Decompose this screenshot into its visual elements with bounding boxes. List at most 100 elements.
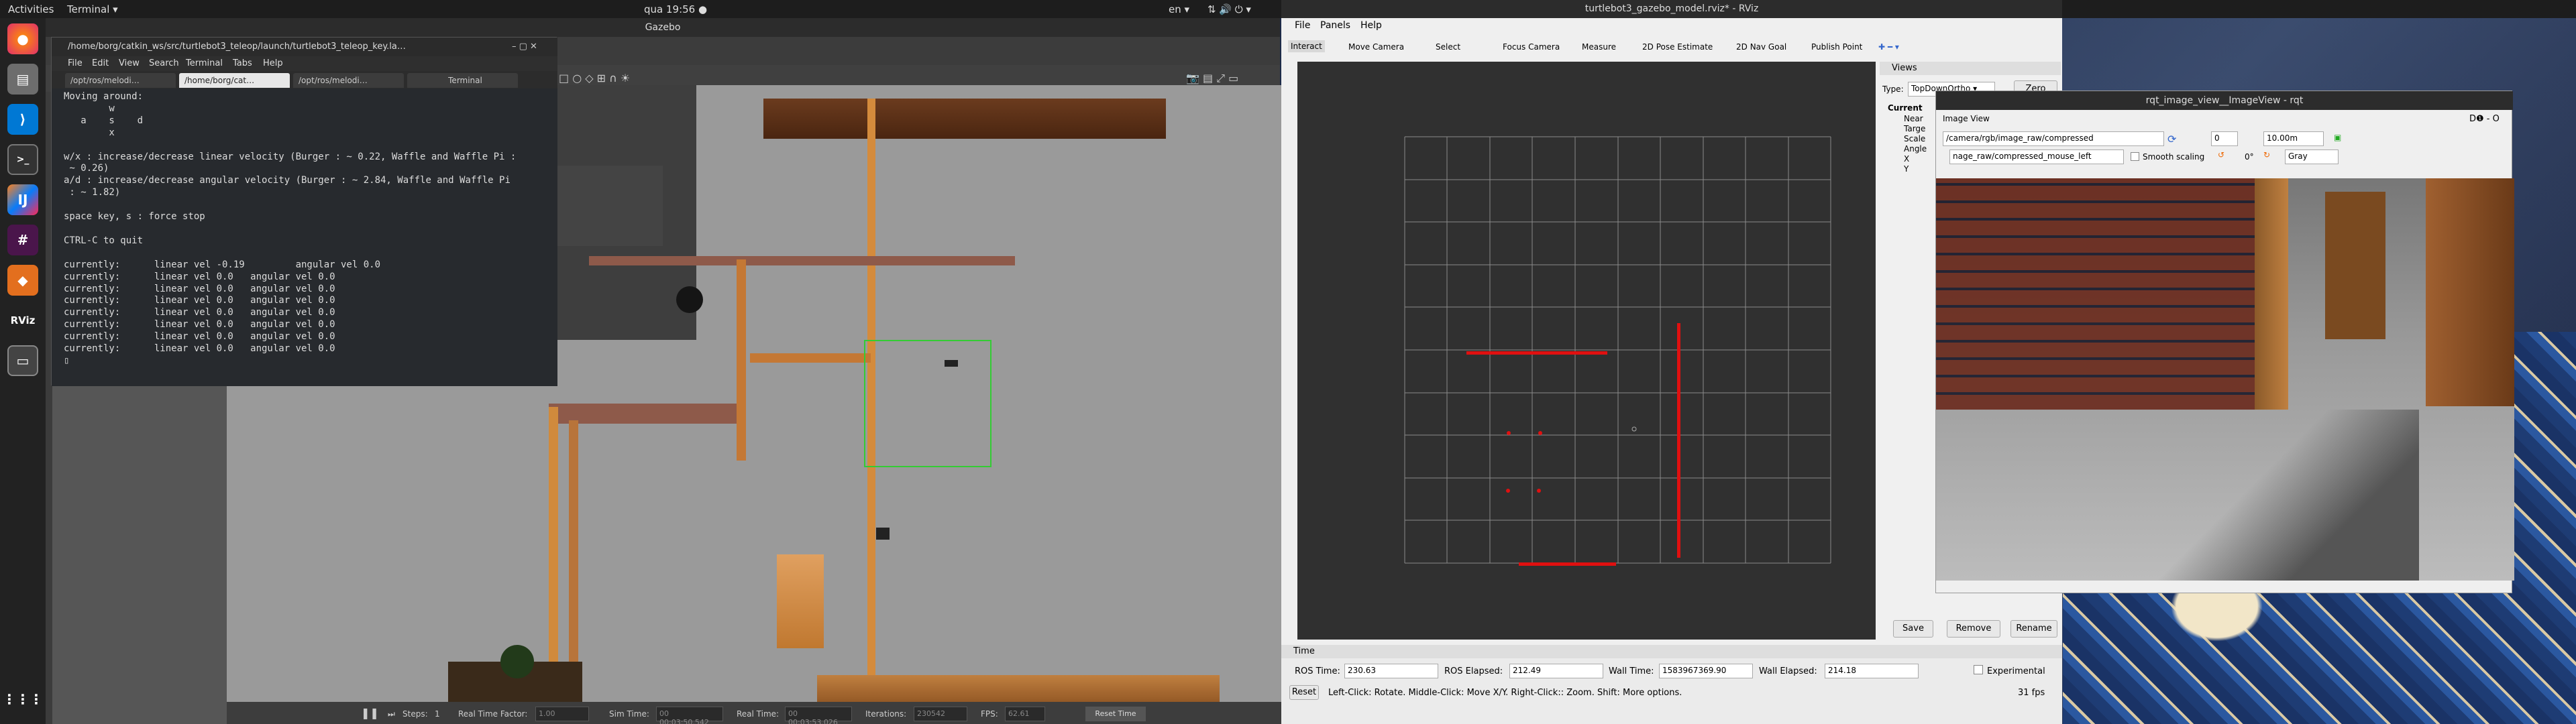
experimental-label: Experimental [1987, 666, 2045, 676]
rtf-label: Real Time Factor: [458, 709, 528, 719]
rviz-title: turtlebot3_gazebo_model.rviz* - RViz [1281, 0, 2062, 18]
app-menu[interactable]: Terminal ▾ [67, 3, 118, 15]
tool-measure[interactable]: Measure [1582, 42, 1616, 52]
panel-controls[interactable]: D❶ - O [2469, 114, 2500, 124]
steps-label: Steps: [402, 709, 428, 719]
menu-edit[interactable]: Edit [92, 58, 109, 68]
tool-select[interactable]: Select [1436, 42, 1460, 52]
smooth-checkbox[interactable] [2131, 152, 2139, 161]
tab-terminal[interactable]: Terminal [407, 73, 518, 88]
menu-view[interactable]: View [119, 58, 140, 68]
rviz-icon[interactable]: RViz [7, 305, 38, 336]
save-image-icon[interactable]: ▣ [2334, 133, 2341, 142]
ros-elapsed-label: ROS Elapsed: [1444, 666, 1503, 676]
sim-time-label: Sim Time: [609, 709, 649, 719]
distance-spinbox[interactable]: 10.00m [2263, 131, 2324, 146]
rviz-menu-panels[interactable]: Panels [1320, 20, 1350, 31]
rtf-value: 1.00 [535, 707, 589, 721]
rviz-menu-help[interactable]: Help [1360, 20, 1382, 31]
view-properties: Near Targe Scale Angle X Y [1904, 114, 1927, 174]
terminal-tabs: /opt/ros/melodi… /home/borg/cat… /opt/ro… [52, 71, 557, 88]
zoom-tools-icon[interactable]: ✚ ━ ▾ [1878, 42, 1899, 52]
mouse-topic-field[interactable]: nage_raw/compressed_mouse_left [1949, 149, 2124, 164]
fps-label: FPS: [981, 709, 998, 719]
smooth-label: Smooth scaling [2143, 152, 2205, 162]
rqt-image-view-window: rqt_image_view__ImageView - rqt D❶ - O I… [1935, 90, 2514, 593]
menu-tabs[interactable]: Tabs [233, 58, 252, 68]
menu-terminal[interactable]: Terminal [186, 58, 223, 68]
reset-button[interactable]: Reset [1289, 685, 1319, 700]
tool-move-camera[interactable]: Move Camera [1348, 42, 1404, 52]
ros-elapsed-field: 212.49 [1509, 664, 1603, 678]
gazebo-title: Gazebo [46, 18, 1280, 37]
pause-icon[interactable]: ❚❚ [361, 707, 379, 719]
rotate-right-icon[interactable]: ↻ [2263, 150, 2270, 160]
steps-value[interactable]: 1 [435, 709, 440, 719]
tool-2d-pose[interactable]: 2D Pose Estimate [1642, 42, 1713, 52]
tab-opt-ros-2[interactable]: /opt/ros/melodi… [293, 73, 404, 88]
imageview-panel-label: Image View [1943, 114, 1990, 123]
language-indicator[interactable]: en ▾ [1169, 3, 1189, 15]
window-icon[interactable]: ▭ [7, 345, 38, 376]
ros-time-label: ROS Time: [1295, 666, 1340, 676]
time-panel: Time ROS Time: 230.63 ROS Elapsed: 212.4… [1281, 645, 2062, 724]
camera-icon[interactable]: 📷 ▤ ⤢ ▭ [1186, 72, 1238, 85]
fps-value: 62.61 [1005, 707, 1045, 721]
window-controls[interactable]: – ▢ ✕ [512, 42, 537, 52]
apps-grid-icon[interactable]: ⋮⋮⋮ [3, 684, 43, 715]
tab-opt-ros-1[interactable]: /opt/ros/melodi… [65, 73, 176, 88]
system-tray-icons[interactable]: ⇅ 🔊 ⏻ ▾ [1208, 3, 1251, 15]
wall-elapsed-label: Wall Elapsed: [1759, 666, 1817, 676]
rviz-menu-file[interactable]: File [1295, 20, 1310, 31]
firefox-icon[interactable]: ● [7, 23, 38, 54]
terminal-icon[interactable]: >_ [7, 144, 38, 175]
color-select[interactable]: Gray [2285, 149, 2339, 164]
rviz-fps: 31 fps [2018, 688, 2045, 698]
terminal-window: /home/borg/catkin_ws/src/turtlebot3_tele… [51, 37, 557, 386]
jetbrains-icon[interactable]: IJ [7, 184, 38, 215]
menu-help[interactable]: Help [263, 58, 283, 68]
save-button[interactable]: Save [1893, 620, 1933, 638]
tool-interact[interactable]: Interact [1288, 40, 1325, 52]
files-icon[interactable]: ▤ [7, 64, 38, 95]
tool-2d-nav[interactable]: 2D Nav Goal [1736, 42, 1786, 52]
real-time-label: Real Time: [737, 709, 780, 719]
menu-search[interactable]: Search [149, 58, 179, 68]
rviz-grid [1404, 136, 1831, 566]
wall-time-label: Wall Time: [1609, 666, 1654, 676]
clock[interactable]: qua 19:56 ● [644, 3, 707, 15]
vscode-icon[interactable]: ⟩ [7, 104, 38, 135]
rename-button[interactable]: Rename [2010, 620, 2057, 638]
reset-time-button[interactable]: Reset Time [1085, 707, 1146, 721]
wall-elapsed-field: 214.18 [1825, 664, 1919, 678]
terminal-title: /home/borg/catkin_ws/src/turtlebot3_tele… [52, 38, 557, 56]
rotate-left-icon[interactable]: ↺ [2218, 150, 2224, 160]
terminal-output[interactable]: Moving around: w a s d x w/x : increase/… [52, 88, 557, 386]
current-view[interactable]: Current [1888, 103, 1923, 113]
number-spinbox[interactable]: 0 [2211, 131, 2238, 146]
imageview-title: rqt_image_view__ImageView - rqt [1936, 91, 2513, 110]
activities-button[interactable]: Activities [8, 3, 54, 15]
time-title: Time [1281, 645, 2062, 658]
ros-time-field: 230.63 [1344, 664, 1438, 678]
rviz-menubar: File Panels Help [1281, 18, 2062, 33]
topic-select[interactable]: /camera/rgb/image_raw/compressed [1943, 131, 2164, 146]
shape-tools-icon[interactable]: □ ○ ◇ ⊞ ∩ ☀ [559, 72, 630, 84]
rviz-toolbar: Interact Move Camera Select Focus Camera… [1281, 37, 2062, 57]
tab-home-borg[interactable]: /home/borg/cat… [179, 73, 290, 88]
refresh-icon[interactable]: ⟳ [2167, 133, 2176, 145]
tool-focus-camera[interactable]: Focus Camera [1503, 42, 1560, 52]
rviz-3d-view[interactable] [1297, 62, 1876, 640]
slack-icon[interactable]: # [7, 225, 38, 255]
tool-publish-point[interactable]: Publish Point [1811, 42, 1862, 52]
menu-file[interactable]: File [68, 58, 83, 68]
gazebo-status-bar: ❚❚ ⏭ Steps: 1 Real Time Factor: 1.00 Sim… [227, 702, 1327, 724]
remove-button[interactable]: Remove [1947, 620, 2000, 638]
rotation-value: 0° [2245, 152, 2254, 162]
package-icon[interactable]: ◆ [7, 265, 38, 296]
experimental-checkbox[interactable] [1974, 665, 1983, 674]
sim-time-value: 00 00:03:50.542 [656, 707, 723, 724]
step-icon[interactable]: ⏭ [388, 709, 395, 719]
status-hint: Left-Click: Rotate. Middle-Click: Move X… [1328, 688, 1682, 698]
camera-image[interactable] [1936, 178, 2514, 581]
